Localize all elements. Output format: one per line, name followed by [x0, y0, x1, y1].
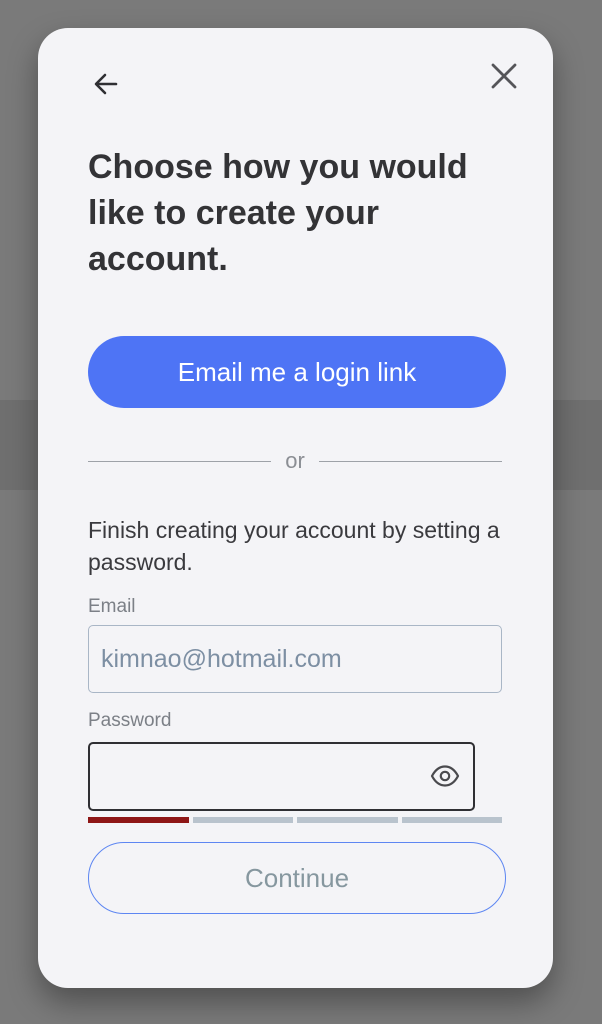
- strength-segment: [88, 817, 189, 823]
- toggle-password-visibility-button[interactable]: [429, 760, 461, 792]
- create-account-dialog: Choose how you would like to create your…: [38, 28, 553, 988]
- close-button[interactable]: [484, 56, 524, 96]
- email-login-link-button[interactable]: Email me a login link: [88, 336, 506, 408]
- password-strength-meter: [88, 817, 502, 823]
- arrow-left-icon: [94, 73, 118, 95]
- or-divider: or: [88, 446, 502, 476]
- password-field-container: [88, 742, 475, 811]
- divider-text: or: [285, 448, 305, 473]
- password-field[interactable]: [90, 744, 410, 809]
- eye-icon: [430, 765, 460, 787]
- close-icon: [491, 63, 517, 89]
- strength-segment: [297, 817, 398, 823]
- back-button[interactable]: [86, 64, 126, 104]
- strength-segment: [401, 817, 502, 823]
- dialog-title: Choose how you would like to create your…: [88, 148, 468, 278]
- password-instructions: Finish creating your account by setting …: [88, 517, 500, 575]
- strength-segment: [192, 817, 293, 823]
- email-label: Email: [88, 596, 136, 617]
- email-field[interactable]: [88, 625, 502, 693]
- password-label: Password: [88, 710, 172, 731]
- divider-line-right: [318, 460, 502, 462]
- continue-button[interactable]: Continue: [88, 842, 506, 914]
- divider-line-left: [88, 460, 272, 462]
